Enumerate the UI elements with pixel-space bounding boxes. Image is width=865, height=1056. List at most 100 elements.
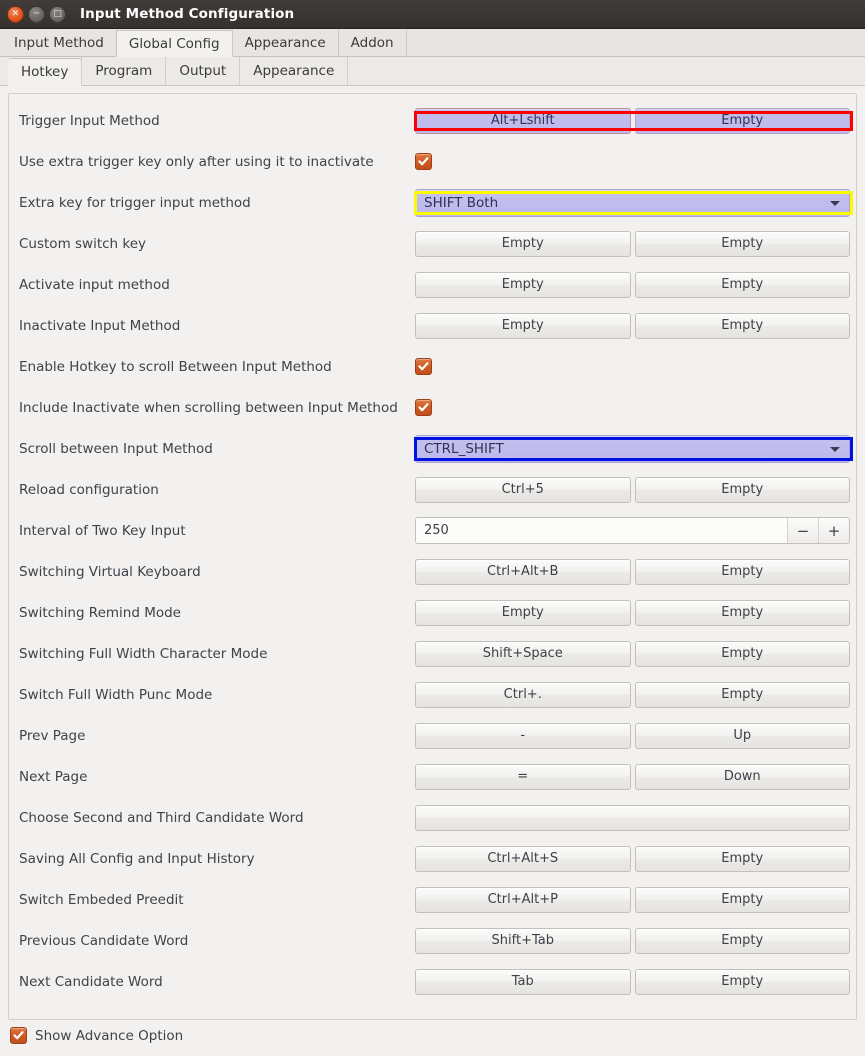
extra-key-for-trigger-dropdown[interactable]: SHIFT Both bbox=[415, 188, 850, 217]
row-custom-switch-key: Custom switch key Empty Empty bbox=[9, 223, 856, 264]
row-label: Scroll between Input Method bbox=[19, 440, 213, 457]
switching-full-width-character-key2-button[interactable]: Empty bbox=[634, 640, 850, 667]
previous-candidate-word-key2-button[interactable]: Empty bbox=[634, 927, 850, 954]
interval-spinner[interactable]: 250 − + bbox=[415, 517, 850, 544]
previous-candidate-word-key1-button[interactable]: Shift+Tab bbox=[415, 927, 631, 954]
use-extra-trigger-key-checkbox[interactable] bbox=[415, 153, 432, 170]
row-switching-remind-mode: Switching Remind Mode Empty Empty bbox=[9, 592, 856, 633]
row-label: Previous Candidate Word bbox=[19, 932, 189, 949]
tab-input-method[interactable]: Input Method bbox=[2, 29, 117, 56]
activate-input-method-key1-button[interactable]: Empty bbox=[415, 271, 631, 298]
interval-decrement-button[interactable]: − bbox=[787, 518, 818, 543]
scroll-between-input-method-dropdown[interactable]: CTRL_SHIFT bbox=[415, 434, 850, 463]
dropdown-value: SHIFT Both bbox=[424, 194, 499, 211]
maximize-icon[interactable]: □ bbox=[49, 5, 66, 23]
title-bar: ✕ ─ □ Input Method Configuration bbox=[0, 0, 865, 29]
switching-full-width-character-key1-button[interactable]: Shift+Space bbox=[415, 640, 631, 667]
inactivate-input-method-key2-button[interactable]: Empty bbox=[634, 312, 850, 339]
row-saving-all-config: Saving All Config and Input History Ctrl… bbox=[9, 838, 856, 879]
row-prev-page: Prev Page - Up bbox=[9, 715, 856, 756]
inactivate-input-method-key1-button[interactable]: Empty bbox=[415, 312, 631, 339]
tab-output[interactable]: Output bbox=[165, 57, 241, 85]
switching-remind-mode-key1-button[interactable]: Empty bbox=[415, 599, 631, 626]
row-switching-full-width-character-mode: Switching Full Width Character Mode Shif… bbox=[9, 633, 856, 674]
prev-page-key1-button[interactable]: - bbox=[415, 722, 631, 749]
custom-switch-key-key2-button[interactable]: Empty bbox=[634, 230, 850, 257]
row-use-extra-trigger-key: Use extra trigger key only after using i… bbox=[9, 141, 856, 182]
close-icon[interactable]: ✕ bbox=[7, 5, 24, 23]
next-candidate-word-key1-button[interactable]: Tab bbox=[415, 968, 631, 995]
row-label: Switch Full Width Punc Mode bbox=[19, 686, 213, 703]
row-enable-hotkey-scroll: Enable Hotkey to scroll Between Input Me… bbox=[9, 346, 856, 387]
row-extra-key-for-trigger: Extra key for trigger input method SHIFT… bbox=[9, 182, 856, 223]
activate-input-method-key2-button[interactable]: Empty bbox=[634, 271, 850, 298]
tab-addon[interactable]: Addon bbox=[337, 29, 407, 56]
tab-label: Appearance bbox=[253, 63, 335, 79]
row-label: Next Candidate Word bbox=[19, 973, 163, 990]
tab-hotkey[interactable]: Hotkey bbox=[8, 58, 83, 86]
saving-all-config-key2-button[interactable]: Empty bbox=[634, 845, 850, 872]
check-icon bbox=[418, 403, 429, 412]
row-label: Trigger Input Method bbox=[19, 112, 160, 129]
show-advance-option-label: Show Advance Option bbox=[35, 1027, 184, 1044]
switching-virtual-keyboard-key2-button[interactable]: Empty bbox=[634, 558, 850, 585]
row-label: Choose Second and Third Candidate Word bbox=[19, 809, 304, 826]
switch-full-width-punc-key1-button[interactable]: Ctrl+. bbox=[415, 681, 631, 708]
outer-tab-bar: Input Method Global Config Appearance Ad… bbox=[0, 29, 865, 57]
row-label: Reload configuration bbox=[19, 481, 159, 498]
switch-embeded-preedit-key2-button[interactable]: Empty bbox=[634, 886, 850, 913]
row-label: Saving All Config and Input History bbox=[19, 850, 255, 867]
tab-appearance[interactable]: Appearance bbox=[231, 29, 339, 56]
row-label: Activate input method bbox=[19, 276, 170, 293]
row-label: Extra key for trigger input method bbox=[19, 194, 251, 211]
row-switch-embeded-preedit: Switch Embeded Preedit Ctrl+Alt+P Empty bbox=[9, 879, 856, 920]
window-title: Input Method Configuration bbox=[80, 6, 295, 22]
interval-value[interactable]: 250 bbox=[416, 518, 787, 543]
choose-second-third-candidate-button[interactable] bbox=[415, 804, 850, 831]
include-inactivate-scroll-checkbox[interactable] bbox=[415, 399, 432, 416]
row-scroll-between-input-method: Scroll between Input Method CTRL_SHIFT bbox=[9, 428, 856, 469]
row-inactivate-input-method: Inactivate Input Method Empty Empty bbox=[9, 305, 856, 346]
switch-embeded-preedit-key1-button[interactable]: Ctrl+Alt+P bbox=[415, 886, 631, 913]
row-label: Switching Full Width Character Mode bbox=[19, 645, 268, 662]
inner-tab-bar: Hotkey Program Output Appearance bbox=[0, 57, 865, 86]
reload-configuration-key2-button[interactable]: Empty bbox=[634, 476, 850, 503]
footer-bar: Show Advance Option bbox=[0, 1020, 865, 1051]
show-advance-option-checkbox[interactable] bbox=[10, 1027, 27, 1044]
enable-hotkey-scroll-checkbox[interactable] bbox=[415, 358, 432, 375]
next-page-key1-button[interactable]: = bbox=[415, 763, 631, 790]
window-controls: ✕ ─ □ bbox=[7, 5, 66, 23]
switch-full-width-punc-key2-button[interactable]: Empty bbox=[634, 681, 850, 708]
next-candidate-word-key2-button[interactable]: Empty bbox=[634, 968, 850, 995]
trigger-input-method-key1-button[interactable]: Alt+Lshift bbox=[415, 107, 631, 134]
row-next-candidate-word: Next Candidate Word Tab Empty bbox=[9, 961, 856, 1002]
custom-switch-key-key1-button[interactable]: Empty bbox=[415, 230, 631, 257]
tab-label: Addon bbox=[350, 34, 394, 51]
row-next-page: Next Page = Down bbox=[9, 756, 856, 797]
interval-increment-button[interactable]: + bbox=[818, 518, 849, 543]
tab-global-config[interactable]: Global Config bbox=[115, 30, 233, 57]
tab-label: Program bbox=[95, 63, 153, 79]
reload-configuration-key1-button[interactable]: Ctrl+5 bbox=[415, 476, 631, 503]
row-label: Switching Virtual Keyboard bbox=[19, 563, 201, 580]
row-trigger-input-method: Trigger Input Method Alt+Lshift Empty bbox=[9, 100, 856, 141]
next-page-key2-button[interactable]: Down bbox=[634, 763, 850, 790]
switching-remind-mode-key2-button[interactable]: Empty bbox=[634, 599, 850, 626]
row-label: Next Page bbox=[19, 768, 88, 785]
saving-all-config-key1-button[interactable]: Ctrl+Alt+S bbox=[415, 845, 631, 872]
trigger-input-method-key2-button[interactable]: Empty bbox=[634, 107, 850, 134]
row-choose-second-third-candidate-word: Choose Second and Third Candidate Word bbox=[9, 797, 856, 838]
switching-virtual-keyboard-key1-button[interactable]: Ctrl+Alt+B bbox=[415, 558, 631, 585]
check-icon bbox=[418, 362, 429, 371]
row-label: Include Inactivate when scrolling betwee… bbox=[19, 399, 398, 416]
tab-appearance-inner[interactable]: Appearance bbox=[239, 57, 349, 85]
dropdown-value: CTRL_SHIFT bbox=[424, 440, 504, 457]
prev-page-key2-button[interactable]: Up bbox=[634, 722, 850, 749]
check-icon bbox=[418, 157, 429, 166]
tab-label: Appearance bbox=[244, 34, 326, 51]
hotkey-settings-panel: Trigger Input Method Alt+Lshift Empty Us… bbox=[8, 93, 857, 1020]
row-label: Interval of Two Key Input bbox=[19, 522, 186, 539]
tab-program[interactable]: Program bbox=[81, 57, 167, 85]
check-icon bbox=[13, 1031, 24, 1040]
minimize-icon[interactable]: ─ bbox=[28, 5, 45, 23]
